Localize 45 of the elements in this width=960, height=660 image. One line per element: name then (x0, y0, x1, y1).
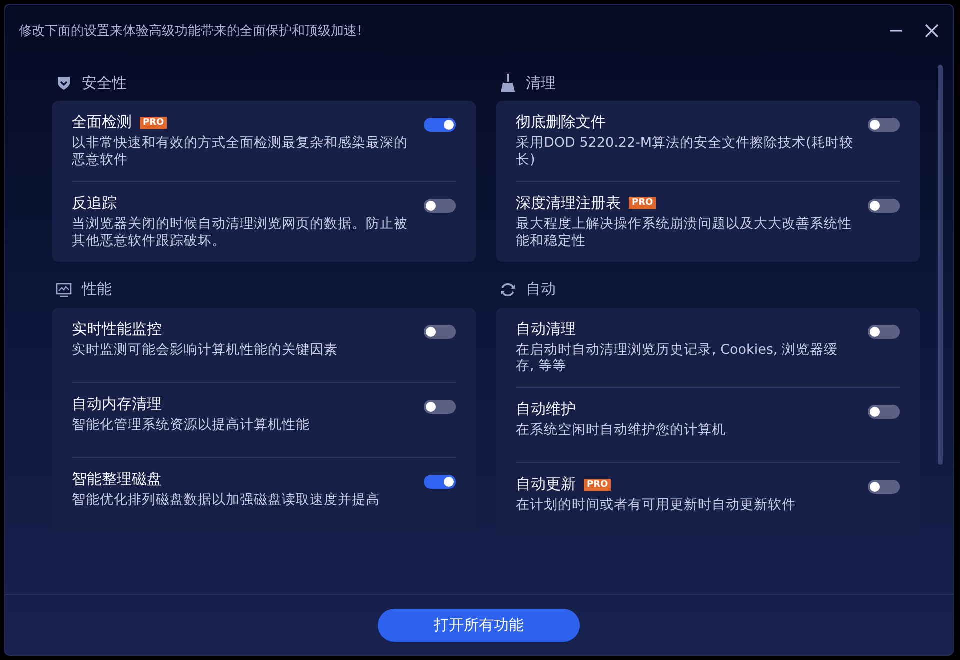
pro-badge: PRO (140, 116, 168, 128)
setting-title: 自动清理 (516, 320, 576, 338)
toggle-switch[interactable] (424, 118, 456, 132)
pro-badge: PRO (584, 478, 612, 491)
setting-title: 自动内存清理 (72, 394, 162, 414)
setting-description: 最大程度上解决操作系统崩溃问题以及大大改善系统性能和稳定性 (516, 216, 853, 250)
setting-description: 智能优化排列磁盘数据以加强磁盘读取速度并提高 (72, 492, 380, 508)
setting-title: 反追踪 (72, 194, 117, 213)
setting-description: 以非常快速和有效的方式全面检测最复杂和感染最深的恶意软件 (72, 135, 409, 169)
setting-description: 采用DOD 5220.22-M算法的安全文件擦除技术(耗时较长) (516, 135, 854, 169)
setting-title: 自动更新 (516, 475, 576, 494)
toggle-switch[interactable] (868, 198, 900, 213)
close-icon[interactable] (925, 24, 939, 38)
setting-description: 当浏览器关闭的时候自动清理浏览网页的数据。防止被其他恶意软件跟踪破坏。 (72, 216, 409, 250)
setting-description: 实时监测可能会影响计算机性能的关键因素 (72, 342, 338, 358)
enable-all-button[interactable]: 打开所有功能 (378, 608, 580, 642)
section-title: 安全性 (82, 74, 127, 92)
toggle-switch[interactable] (424, 198, 456, 213)
toggle-switch[interactable] (424, 324, 456, 338)
toggle-switch[interactable] (868, 480, 900, 494)
setting-description: 在计划的时间或者有可用更新时自动更新软件 (516, 497, 796, 514)
toggle-switch[interactable] (424, 400, 456, 414)
setting-description: 在启动时自动清理浏览历史记录, Cookies, 浏览器缓存, 等等 (516, 342, 840, 376)
setting-description: 智能化管理系统资源以提高计算机性能 (72, 416, 310, 434)
toggle-switch[interactable] (424, 474, 456, 488)
scrollbar-thumb[interactable] (938, 65, 943, 465)
setting-title: 智能整理磁盘 (72, 470, 162, 488)
setting-title: 实时性能监控 (72, 320, 162, 338)
toggle-switch[interactable] (868, 405, 900, 420)
section-title: 性能 (82, 280, 112, 299)
pro-badge: PRO (629, 197, 656, 210)
setting-title: 深度清理注册表 (516, 194, 621, 213)
monitor-chart-icon (56, 282, 72, 298)
toggle-switch[interactable] (868, 324, 900, 338)
shield-icon (56, 75, 72, 91)
setting-title: 自动维护 (516, 400, 576, 420)
toggle-switch[interactable] (868, 118, 900, 132)
refresh-icon (500, 282, 516, 298)
section-title: 自动 (526, 280, 556, 299)
header-message: 修改下面的设置来体验高级功能带来的全面保护和顶级加速! (19, 23, 362, 40)
setting-title: 全面检测 (72, 113, 132, 132)
setting-description: 在系统空闲时自动维护您的计算机 (516, 422, 726, 440)
broom-icon (500, 74, 516, 92)
section-title: 清理 (526, 74, 556, 92)
setting-title: 彻底删除文件 (516, 113, 606, 132)
